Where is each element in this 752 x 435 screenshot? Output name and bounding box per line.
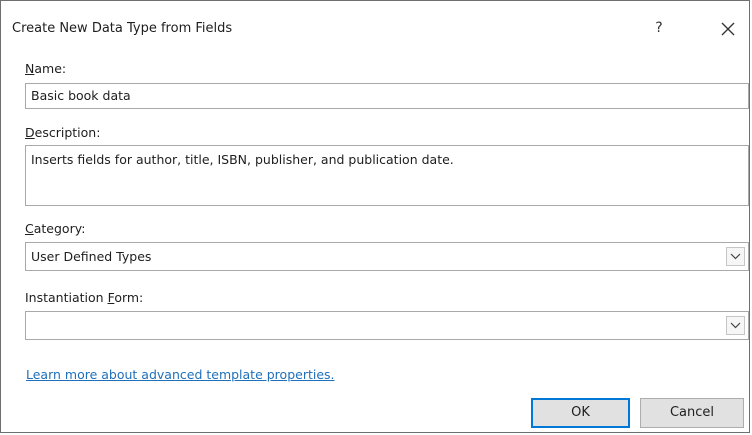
name-input[interactable]: Basic book data: [25, 83, 749, 109]
name-label-rest: ame:: [34, 61, 67, 76]
cancel-button[interactable]: Cancel: [640, 398, 744, 428]
instantiation-label-before: Instantiation: [25, 290, 108, 305]
create-data-type-dialog: Create New Data Type from Fields ? Name:…: [0, 0, 750, 433]
category-label: Category:: [25, 221, 85, 236]
description-label: Description:: [25, 125, 100, 140]
help-button[interactable]: ?: [649, 17, 669, 39]
chevron-down-icon: [730, 322, 741, 329]
ok-button[interactable]: OK: [531, 398, 630, 428]
description-label-rest: escription:: [34, 125, 101, 140]
category-dropdown[interactable]: User Defined Types: [25, 242, 749, 271]
description-input[interactable]: Inserts fields for author, title, ISBN, …: [25, 145, 749, 206]
title-bar: Create New Data Type from Fields ?: [1, 1, 749, 51]
category-label-rest: ategory:: [33, 221, 86, 236]
close-icon: [721, 22, 735, 36]
name-label-accel: N: [25, 61, 35, 76]
instantiation-label-rest: orm:: [114, 290, 144, 305]
description-label-accel: D: [25, 125, 35, 140]
instantiation-dropdown-button[interactable]: [726, 316, 745, 335]
learn-more-link[interactable]: Learn more about advanced template prope…: [26, 367, 335, 382]
close-button[interactable]: [717, 17, 741, 41]
instantiation-form-label: Instantiation Form:: [25, 290, 143, 305]
category-dropdown-button[interactable]: [726, 247, 745, 266]
instantiation-form-dropdown[interactable]: [25, 311, 749, 340]
category-label-accel: C: [25, 221, 34, 236]
chevron-down-icon: [730, 253, 741, 260]
dialog-title: Create New Data Type from Fields: [12, 21, 233, 36]
category-selected-value: User Defined Types: [31, 249, 152, 264]
name-label: Name:: [25, 61, 66, 76]
